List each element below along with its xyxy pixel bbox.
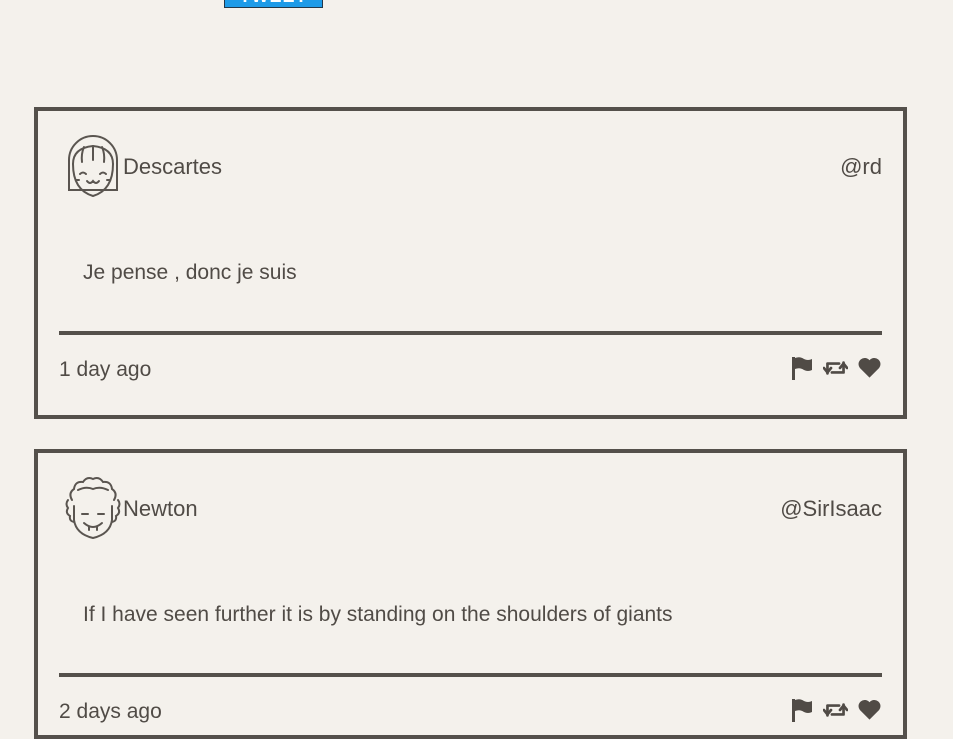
tweet-time: 1 day ago (59, 358, 152, 381)
divider (59, 673, 882, 677)
author-handle[interactable]: @rd (840, 154, 882, 180)
heart-icon[interactable] (857, 698, 882, 722)
author-handle[interactable]: @SirIsaac (780, 496, 882, 522)
retweet-icon[interactable] (823, 698, 848, 722)
heart-icon[interactable] (857, 356, 882, 380)
tweet-card: Newton @SirIsaac If I have seen further … (34, 449, 907, 739)
tweet-message: Je pense , donc je suis (83, 261, 297, 284)
girl-face-icon (62, 134, 124, 200)
tweet-actions (789, 356, 882, 380)
tweet-button[interactable]: TWEET (224, 0, 323, 8)
flag-icon[interactable] (789, 356, 814, 380)
retweet-icon[interactable] (823, 356, 848, 380)
tweet-card: Descartes @rd Je pense , donc je suis 1 … (34, 107, 907, 419)
flag-icon[interactable] (789, 698, 814, 722)
tweet-actions (789, 698, 882, 722)
author-name[interactable]: Descartes (123, 154, 222, 180)
curly-hair-face-icon (62, 476, 124, 542)
tweet-time: 2 days ago (59, 700, 162, 723)
divider (59, 331, 882, 335)
author-name[interactable]: Newton (123, 496, 198, 522)
tweet-message: If I have seen further it is by standing… (83, 603, 673, 626)
